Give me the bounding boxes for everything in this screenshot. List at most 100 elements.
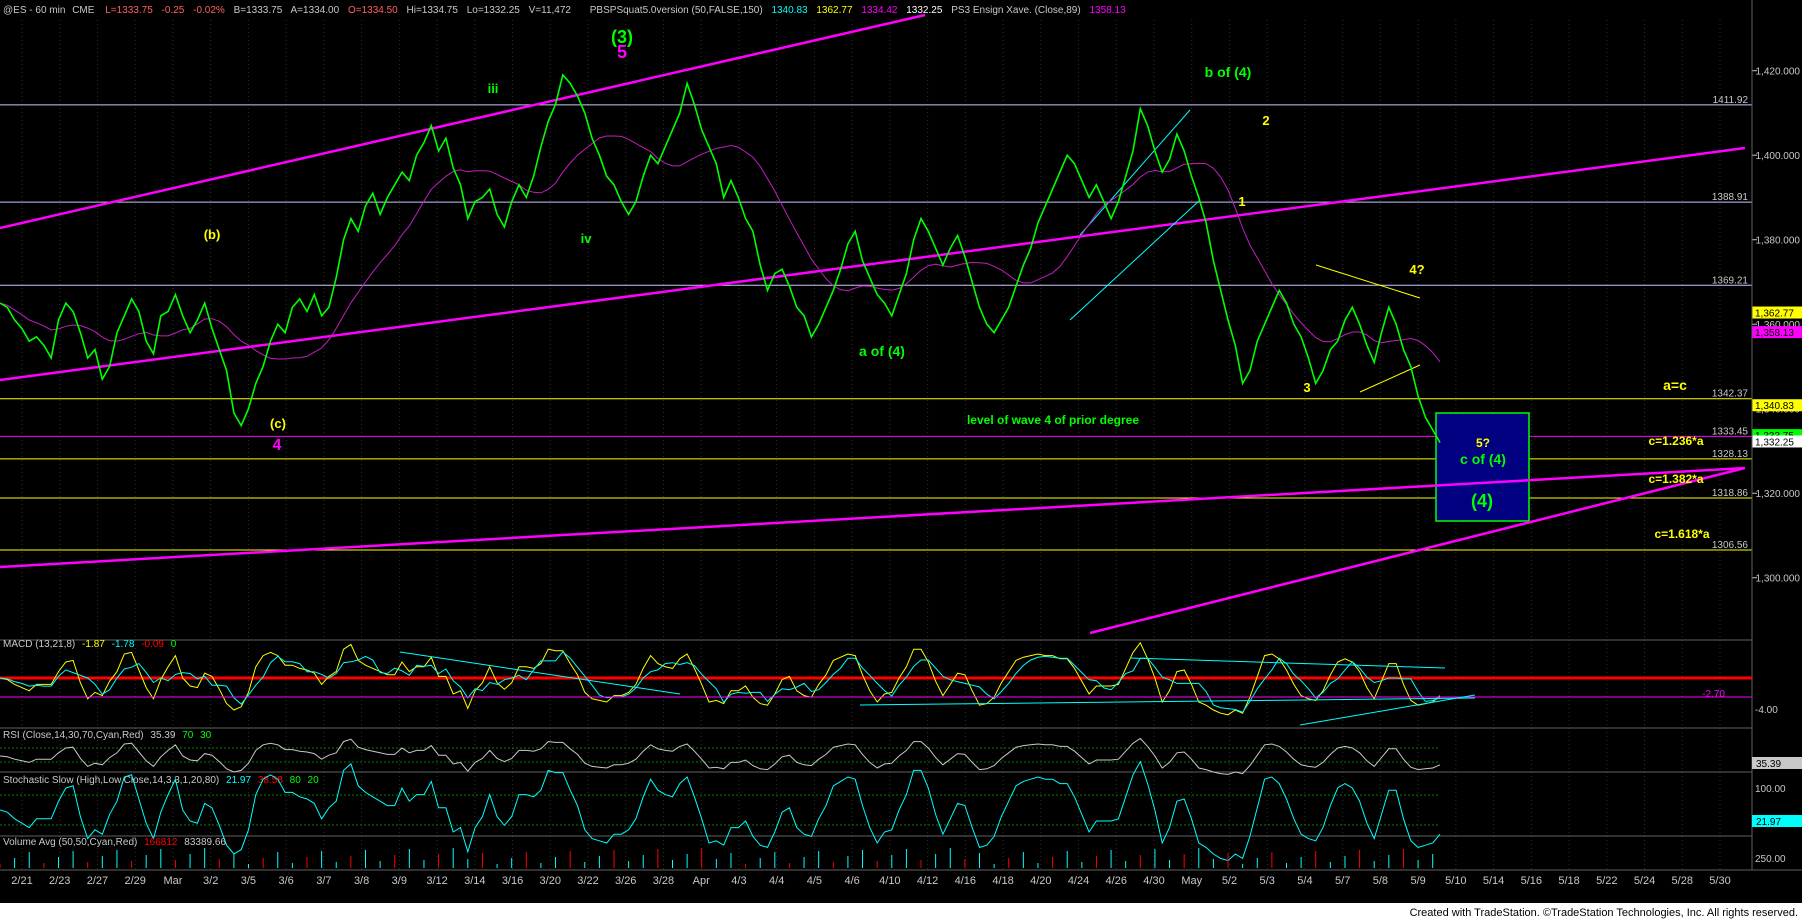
x-tick-label: 3/5 xyxy=(241,875,256,887)
study2-v1: 1358.13 xyxy=(1089,5,1126,16)
volume-legend: Volume Avg (50,50,Cyan,Red) 166812 83389… xyxy=(3,837,226,848)
x-tick-label: 4/4 xyxy=(769,875,784,887)
x-tick-label: 5/16 xyxy=(1521,875,1542,887)
price-badge-label: 1,358.13 xyxy=(1755,328,1794,339)
x-tick-label: 5/3 xyxy=(1260,875,1275,887)
wave-label: a of (4) xyxy=(859,343,905,359)
macd-value-2: -1.78 xyxy=(112,639,135,650)
macd-axis-label-1: -2.70 xyxy=(1702,689,1725,700)
study2-name: PS3 Ensign Xave. (Close,89) xyxy=(951,5,1081,16)
wave-label: 3 xyxy=(1303,380,1310,395)
x-tick-label: 3/28 xyxy=(653,875,674,887)
last-price: L=1333.75 xyxy=(105,5,153,16)
x-tick-label: 4/26 xyxy=(1106,875,1127,887)
tradestation-chart: 1411.92 1388.91 1369.21 1342.37 1333.45 1328.… xyxy=(0,0,1802,920)
stoch-name: Stochastic Slow (High,Low,Close,14,3,3,1… xyxy=(3,775,219,786)
stoch-value-2: 38.58 xyxy=(258,775,283,786)
level-label: 1306.56 xyxy=(1712,540,1749,551)
x-tick-label: 4/24 xyxy=(1068,875,1089,887)
stoch-value-1: 21.97 xyxy=(226,775,251,786)
macd-axis-label-2: -4.00 xyxy=(1755,705,1778,716)
x-tick-label: 3/9 xyxy=(392,875,407,887)
wave-label: c of (4) xyxy=(1460,451,1506,467)
price-badge-label: 1,332.25 xyxy=(1755,437,1794,448)
symbol-label: @ES - 60 min xyxy=(3,5,65,16)
volume-value-1: 166812 xyxy=(144,837,178,848)
volume-name: Volume Avg (50,50,Cyan,Red) xyxy=(3,837,137,848)
study1-v2: 1362.77 xyxy=(816,5,853,16)
wave-label: iv xyxy=(581,231,593,246)
macd-legend: MACD (13,21,8) -1.87 -1.78 -0.09 0 xyxy=(3,639,177,650)
wave-label: a=c xyxy=(1663,377,1687,393)
stoch-value-4: 20 xyxy=(308,775,320,786)
x-tick-label: 3/2 xyxy=(203,875,218,887)
x-tick-label: 4/6 xyxy=(844,875,859,887)
level-label: 1328.13 xyxy=(1712,449,1749,460)
stoch-axis-label-100: 100.00 xyxy=(1755,784,1786,795)
macd-name: MACD (13,21,8) xyxy=(3,639,75,650)
x-tick-label: 3/7 xyxy=(316,875,331,887)
wave-label: c=1.382*a xyxy=(1648,472,1703,486)
y-tick-label: 1,420.000 xyxy=(1756,67,1801,78)
level-label: 1411.92 xyxy=(1713,95,1749,106)
x-tick-label: 3/8 xyxy=(354,875,369,887)
study1-v3: 1334.42 xyxy=(861,5,898,16)
level-label: 1388.91 xyxy=(1712,192,1749,203)
volume-axis-label: 250.00 xyxy=(1755,854,1786,865)
macd-value-3: -0.09 xyxy=(141,639,164,650)
rsi-value-3: 30 xyxy=(200,730,212,741)
ask-value: A=1334.00 xyxy=(291,5,340,16)
change-value: -0.25 xyxy=(162,5,185,16)
x-tick-label: 4/5 xyxy=(807,875,822,887)
x-tick-label: 3/6 xyxy=(278,875,293,887)
wave-label: (b) xyxy=(204,227,221,242)
x-tick-label: 5/4 xyxy=(1297,875,1312,887)
study1-v4: 1332.25 xyxy=(906,5,943,16)
x-tick-label: 5/14 xyxy=(1483,875,1504,887)
volume-value: V=11,472 xyxy=(529,5,572,16)
wave-label: (c) xyxy=(270,416,286,431)
wave-label: b of (4) xyxy=(1205,64,1252,80)
study1-name: PBSPSquat5.0version (50,FALSE,150) xyxy=(590,5,763,16)
exchange-label: CME xyxy=(72,5,95,16)
price-badge-label: 1,362.77 xyxy=(1755,309,1794,320)
x-tick-label: Mar xyxy=(163,875,182,887)
x-tick-label: 4/20 xyxy=(1030,875,1051,887)
level-label: 1342.37 xyxy=(1712,389,1749,400)
macd-value-4: 0 xyxy=(171,639,177,650)
x-tick-label: 4/30 xyxy=(1143,875,1164,887)
rsi-value-1: 35.39 xyxy=(150,730,175,741)
macd-value-1: -1.87 xyxy=(82,639,105,650)
x-tick-label: 5/8 xyxy=(1373,875,1388,887)
wave-label: level of wave 4 of prior degree xyxy=(967,413,1139,427)
x-tick-label: 5/2 xyxy=(1222,875,1237,887)
x-tick-label: 5/22 xyxy=(1596,875,1617,887)
x-tick-label: 3/22 xyxy=(577,875,598,887)
x-tick-label: 4/12 xyxy=(917,875,938,887)
stoch-legend: Stochastic Slow (High,Low,Close,14,3,3,1… xyxy=(3,775,319,786)
wave-label: 1 xyxy=(1238,194,1245,209)
x-tick-label: 5/24 xyxy=(1634,875,1655,887)
x-tick-label: 3/12 xyxy=(426,875,447,887)
x-tick-label: 3/14 xyxy=(464,875,485,887)
x-tick-label: 5/9 xyxy=(1410,875,1425,887)
x-tick-label: 5/30 xyxy=(1709,875,1730,887)
x-tick-label: May xyxy=(1181,875,1202,887)
x-tick-label: 2/23 xyxy=(49,875,70,887)
open-value: O=1334.50 xyxy=(348,5,398,16)
wave-label: iii xyxy=(488,81,499,96)
wave-label: 4 xyxy=(273,437,282,454)
chart-header: @ES - 60 min CME L=1333.75 -0.25 -0.02% … xyxy=(3,5,1126,16)
y-tick-label: 1,380.000 xyxy=(1756,236,1801,247)
wave-label: c=1.618*a xyxy=(1654,527,1709,541)
x-tick-label: 2/27 xyxy=(87,875,108,887)
rsi-value-2: 70 xyxy=(182,730,194,741)
x-tick-label: 2/29 xyxy=(124,875,145,887)
x-tick-label: 4/18 xyxy=(992,875,1013,887)
x-tick-label: 4/16 xyxy=(955,875,976,887)
x-tick-label: 2/21 xyxy=(11,875,32,887)
x-tick-label: 3/26 xyxy=(615,875,636,887)
x-tick-label: 3/16 xyxy=(502,875,523,887)
wave-label: 5 xyxy=(617,42,627,62)
x-tick-label: 5/18 xyxy=(1558,875,1579,887)
